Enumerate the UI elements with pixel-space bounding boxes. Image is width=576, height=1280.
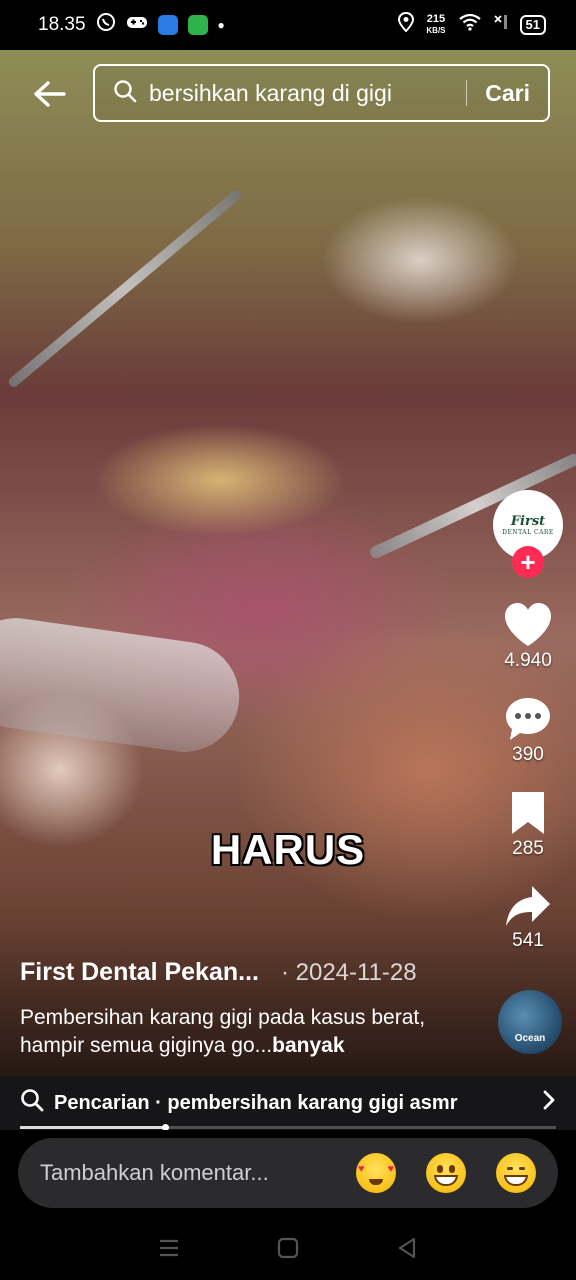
follow-button[interactable]: +: [512, 546, 544, 578]
chevron-right-icon: [542, 1089, 556, 1117]
bookmark-icon: [512, 792, 544, 834]
status-time: 18.35: [38, 14, 86, 35]
battery-indicator: 51: [519, 15, 546, 35]
back-nav-icon[interactable]: [396, 1237, 418, 1264]
comment-icon: [506, 698, 550, 740]
like-count: 4.940: [504, 650, 552, 671]
suction-tube: [0, 611, 247, 759]
progress-fill: [20, 1126, 165, 1129]
back-button[interactable]: [30, 74, 70, 114]
grinning-face-emoji-button[interactable]: [426, 1153, 466, 1193]
search-divider: [466, 80, 468, 106]
share-arrow-icon: [506, 886, 550, 926]
smile-mouth: [369, 1179, 383, 1185]
search-icon: [113, 79, 137, 108]
more-notifications-dot: ●: [217, 18, 225, 32]
comment-count: 390: [512, 744, 544, 765]
android-app-icon: [187, 15, 208, 35]
related-search-text: Pencarian · pembersihan karang gigi asmr: [54, 1091, 458, 1114]
post-date: · 2024-11-28: [280, 959, 417, 986]
comment-placeholder: Tambahkan komentar...: [40, 1160, 269, 1185]
heart-icon: ♥: [387, 1163, 394, 1175]
post-description[interactable]: Pembersihan karang gigi pada kasus berat…: [20, 1004, 460, 1060]
like-button[interactable]: 4.940: [503, 602, 553, 672]
dental-tool: [6, 188, 244, 389]
location-icon: [398, 11, 415, 38]
related-search-bar[interactable]: Pencarian · pembersihan karang gigi asmr: [0, 1076, 576, 1130]
home-icon[interactable]: [277, 1237, 299, 1264]
emoji-eye: [449, 1165, 455, 1173]
comment-button[interactable]: 390: [504, 696, 552, 766]
bookmark-button[interactable]: 285: [508, 790, 548, 860]
arrow-left-icon: [34, 81, 66, 107]
whatsapp-icon: [96, 12, 116, 38]
share-count: 541: [512, 930, 544, 951]
search-input[interactable]: bersihkan karang di gigi: [149, 80, 448, 107]
emoji-mouth: [504, 1175, 528, 1186]
recent-apps-icon[interactable]: [158, 1238, 180, 1263]
emoji-mouth: [434, 1175, 458, 1186]
network-speed: 215 KB/S: [426, 13, 446, 36]
status-bar: 18.35 ● 215 KB/S 51: [0, 0, 576, 50]
app-notification-icon: [157, 15, 178, 35]
description-text: Pembersihan karang gigi pada kasus berat…: [20, 1006, 426, 1057]
comment-bar: Tambahkan komentar... ♥ ♥: [0, 1130, 576, 1220]
bookmark-count: 285: [512, 838, 544, 859]
game-controller-icon: [126, 13, 148, 37]
laughing-tears-emoji-button[interactable]: [496, 1153, 536, 1193]
smiling-face-with-hearts-emoji-button[interactable]: ♥ ♥: [356, 1153, 396, 1193]
system-navigation-bar: [0, 1220, 576, 1280]
search-bar[interactable]: bersihkan karang di gigi Cari: [93, 64, 550, 122]
emoji-eye: [519, 1167, 525, 1170]
share-button[interactable]: 541: [504, 884, 552, 952]
action-column: First DENTAL CARE + 4.940 390 285 541: [490, 490, 566, 952]
emoji-eye: [437, 1165, 443, 1173]
no-signal-icon: [493, 13, 508, 37]
comment-input[interactable]: Tambahkan komentar... ♥ ♥: [18, 1138, 558, 1208]
heart-icon: [505, 603, 551, 646]
sound-label: Ocean: [514, 1033, 546, 1044]
search-icon: [20, 1088, 44, 1118]
see-more-link[interactable]: banyak: [272, 1034, 344, 1057]
search-submit-button[interactable]: Cari: [485, 80, 530, 107]
heart-icon: ♥: [358, 1163, 365, 1175]
emoji-eye: [507, 1167, 513, 1170]
post-meta: First Dental Pekan... · 2024-11-28: [20, 958, 417, 987]
wifi-icon: [458, 13, 482, 37]
playback-progress[interactable]: [20, 1124, 556, 1131]
author-name[interactable]: First Dental Pekan...: [20, 958, 259, 987]
sound-disc[interactable]: Ocean: [498, 990, 562, 1054]
